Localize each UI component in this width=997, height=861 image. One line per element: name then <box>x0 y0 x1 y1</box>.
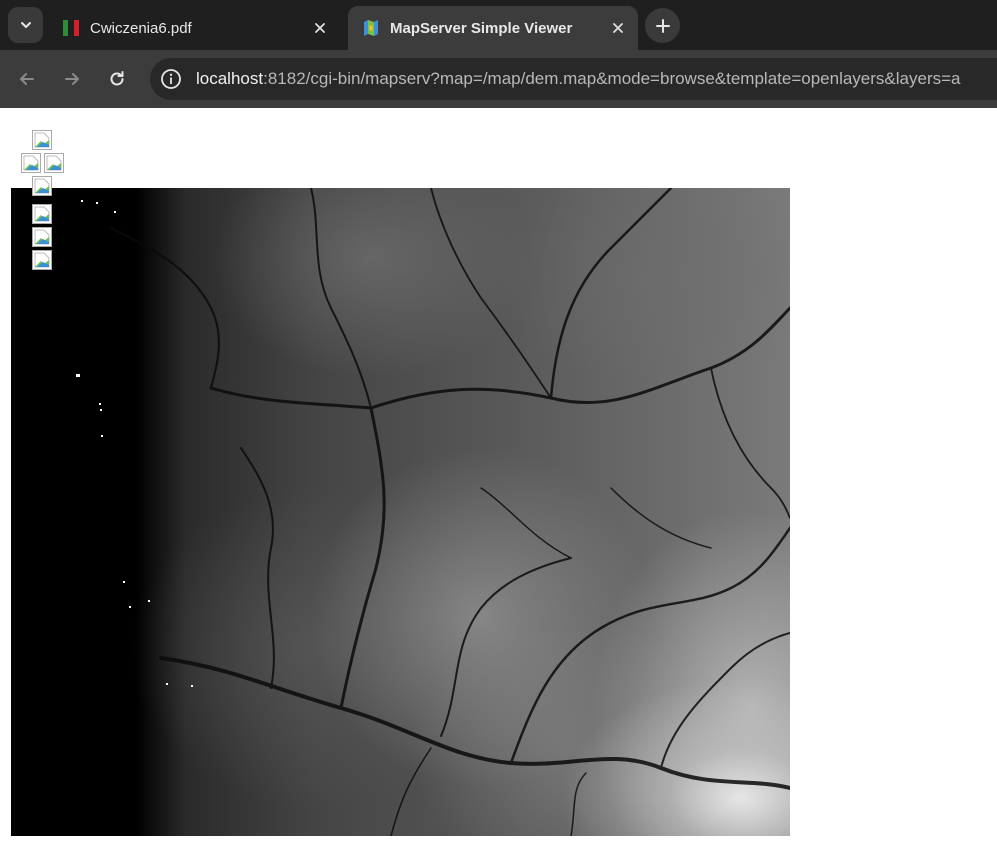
url-path: :8182/cgi-bin/mapserv?map=/map/dem.map&m… <box>263 69 961 88</box>
site-info-icon[interactable] <box>160 68 182 90</box>
back-button[interactable] <box>11 63 43 95</box>
zoom-out-icon <box>34 252 50 268</box>
tab-title: MapServer Simple Viewer <box>390 19 573 37</box>
close-icon <box>315 23 325 33</box>
new-tab-button[interactable] <box>645 8 680 43</box>
chevron-down-icon <box>20 22 31 28</box>
plus-icon <box>655 18 670 33</box>
pan-east-button[interactable] <box>44 153 64 173</box>
tab-strip: Cwiczenia6.pdf MapServer Simple Viewer <box>0 0 997 50</box>
zoom-world-icon <box>34 229 50 245</box>
pan-west-button[interactable] <box>21 153 41 173</box>
zoom-world-button[interactable] <box>32 227 52 247</box>
pdf-icon <box>63 20 79 36</box>
tab-search-button[interactable] <box>8 7 43 43</box>
back-arrow-icon <box>20 73 34 85</box>
close-tab-button[interactable] <box>608 18 628 38</box>
forward-arrow-icon <box>65 73 79 85</box>
pan-south-icon <box>34 178 50 194</box>
zoom-in-icon <box>34 206 50 222</box>
pan-south-button[interactable] <box>32 176 52 196</box>
forward-button[interactable] <box>56 63 88 95</box>
zoom-in-button[interactable] <box>32 204 52 224</box>
mapserver-icon <box>364 20 378 36</box>
dem-terrain-texture <box>76 188 790 836</box>
address-bar[interactable]: localhost:8182/cgi-bin/mapserv?map=/map/… <box>150 58 997 100</box>
pan-west-icon <box>23 155 39 171</box>
tab-title: Cwiczenia6.pdf <box>90 19 192 37</box>
close-tab-button[interactable] <box>310 18 330 38</box>
tab-cwiczenia6-pdf[interactable]: Cwiczenia6.pdf <box>48 6 340 50</box>
pan-north-icon <box>34 132 50 148</box>
tab-mapserver-simple-viewer[interactable]: MapServer Simple Viewer <box>348 6 638 50</box>
reload-button[interactable] <box>101 63 133 95</box>
url-host: localhost <box>196 69 264 88</box>
url-text: localhost:8182/cgi-bin/mapserv?map=/map/… <box>196 69 961 89</box>
browser-toolbar: localhost:8182/cgi-bin/mapserv?map=/map/… <box>0 50 997 108</box>
pan-east-icon <box>46 155 62 171</box>
pan-north-button[interactable] <box>32 130 52 150</box>
zoom-out-button[interactable] <box>32 250 52 270</box>
close-icon <box>613 23 623 33</box>
dem-map-image[interactable] <box>11 188 790 836</box>
reload-icon <box>110 71 124 86</box>
